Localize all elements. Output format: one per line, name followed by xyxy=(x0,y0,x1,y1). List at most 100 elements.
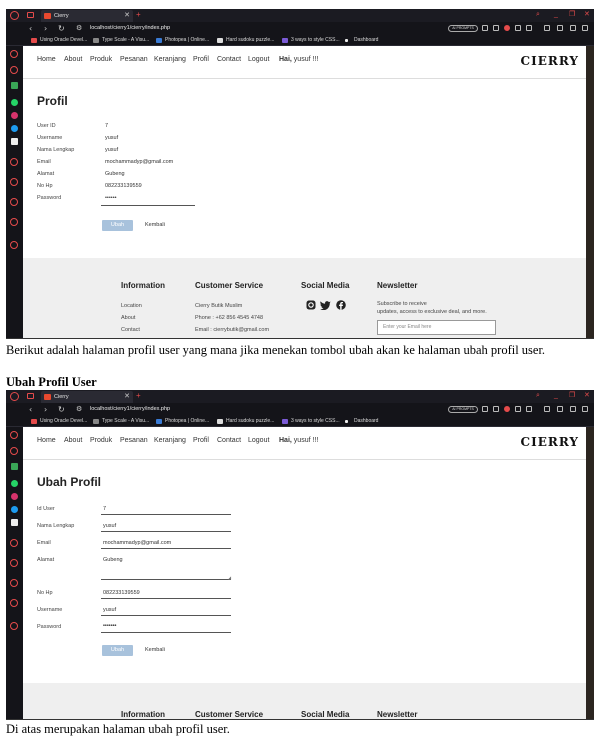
back-icon[interactable]: ‹ xyxy=(29,403,32,416)
ai-prompts-button[interactable]: AI PROMPTS xyxy=(448,25,478,32)
adblock-icon[interactable] xyxy=(504,406,510,412)
sidebar-player-icon[interactable] xyxy=(10,158,18,166)
sidebar-history-icon[interactable] xyxy=(10,559,18,567)
sidebar-settings-icon[interactable] xyxy=(10,218,18,226)
footer-link-contact[interactable]: Contact xyxy=(121,327,140,333)
nav-about[interactable]: About xyxy=(64,437,82,444)
site-info-icon[interactable]: ⚙ xyxy=(76,22,82,35)
bookmark-item[interactable]: Type Scale - A Visu... xyxy=(93,416,149,427)
nav-pesanan[interactable]: Pesanan xyxy=(120,56,148,63)
back-icon[interactable]: ‹ xyxy=(29,22,32,35)
bookmark-item[interactable]: 3 ways to style CSS... xyxy=(282,35,340,46)
nav-profil[interactable]: Profil xyxy=(193,56,209,63)
twitter-icon[interactable] xyxy=(320,300,331,310)
nav-home[interactable]: Home xyxy=(37,437,56,444)
forward-icon[interactable]: › xyxy=(44,403,47,416)
sidebar-downloads-icon[interactable] xyxy=(10,579,18,587)
ubah-button[interactable]: Ubah xyxy=(102,220,133,231)
url-field[interactable]: localhost/cierry1/cierry/index.php xyxy=(90,22,170,35)
id-user-input[interactable]: 7 xyxy=(103,506,106,512)
kembali-button[interactable]: Kembali xyxy=(145,222,165,228)
bookmark-item[interactable]: Type Scale - A Visu... xyxy=(93,35,149,46)
bookmark-item[interactable]: Hard sudoku puzzle... xyxy=(217,35,274,46)
sidebar-extensions-icon[interactable] xyxy=(10,622,18,630)
discord-icon[interactable] xyxy=(11,138,18,145)
password-field[interactable]: •••••• xyxy=(105,195,117,201)
opera-menu-icon[interactable] xyxy=(10,392,19,401)
sidebar-extensions-icon[interactable] xyxy=(10,241,18,249)
easy-setup-icon[interactable] xyxy=(582,25,588,31)
maximize-icon[interactable]: ❐ xyxy=(569,390,575,402)
sidebar-settings-icon[interactable] xyxy=(10,599,18,607)
brand-logo[interactable]: CIERRY xyxy=(521,435,579,449)
nav-home[interactable]: Home xyxy=(37,56,56,63)
nav-logout[interactable]: Logout xyxy=(248,437,269,444)
download-icon[interactable] xyxy=(570,406,576,412)
heart-icon[interactable] xyxy=(526,406,532,412)
footer-link-location[interactable]: Location xyxy=(121,303,142,309)
download-icon[interactable] xyxy=(570,25,576,31)
footer-link-about[interactable]: About xyxy=(121,315,135,321)
nav-keranjang[interactable]: Keranjang xyxy=(154,56,186,63)
minimize-icon[interactable]: _ xyxy=(554,390,558,402)
email-input[interactable]: mochammadyp@gmail.com xyxy=(103,540,171,546)
nav-produk[interactable]: Produk xyxy=(90,437,112,444)
nav-keranjang[interactable]: Keranjang xyxy=(154,437,186,444)
close-window-icon[interactable]: ✕ xyxy=(584,9,590,21)
tab-close-icon[interactable]: ✕ xyxy=(124,10,130,22)
bookmark-item[interactable]: Dashboard xyxy=(345,416,378,427)
bookmark-item[interactable]: Using Oracle Devel... xyxy=(31,35,87,46)
browser-tab[interactable]: Cierry ✕ xyxy=(41,10,133,22)
whatsapp-icon[interactable] xyxy=(11,99,18,106)
sidebar-app-icon[interactable] xyxy=(11,463,18,470)
nav-pesanan[interactable]: Pesanan xyxy=(120,437,148,444)
facebook-icon[interactable] xyxy=(336,300,346,310)
sidebar-downloads-icon[interactable] xyxy=(10,198,18,206)
bookmark-item[interactable]: Hard sudoku puzzle... xyxy=(217,416,274,427)
minimize-icon[interactable]: _ xyxy=(554,9,558,21)
kembali-button[interactable]: Kembali xyxy=(145,647,165,653)
bookmark-item[interactable]: Dashboard xyxy=(345,35,378,46)
camera-icon[interactable] xyxy=(493,25,499,31)
bookmark-item[interactable]: Using Oracle Devel... xyxy=(31,416,87,427)
player-icon[interactable] xyxy=(515,25,521,31)
reload-icon[interactable]: ↻ xyxy=(58,403,65,416)
tab-workspace-icon[interactable] xyxy=(27,12,34,18)
player-icon[interactable] xyxy=(515,406,521,412)
sidebar-pinboard-icon[interactable] xyxy=(10,66,18,74)
nav-contact[interactable]: Contact xyxy=(217,437,241,444)
site-info-icon[interactable]: ⚙ xyxy=(76,403,82,416)
url-field[interactable]: localhost/cierry1/cierry/index.php xyxy=(90,403,170,416)
search-tabs-icon[interactable]: ⌕ xyxy=(536,9,540,21)
instagram-icon[interactable] xyxy=(11,493,18,500)
newsletter-email-input[interactable]: Enter your Email here xyxy=(377,320,496,335)
alamat-textarea[interactable]: Gubeng xyxy=(103,557,123,563)
no-hp-input[interactable]: 082233139559 xyxy=(103,590,140,596)
tab-workspace-icon[interactable] xyxy=(27,393,34,399)
nav-profil[interactable]: Profil xyxy=(193,437,209,444)
easy-setup-icon[interactable] xyxy=(582,406,588,412)
sidebar-pinboard-icon[interactable] xyxy=(10,447,18,455)
search-tabs-icon[interactable]: ⌕ xyxy=(536,390,540,402)
new-tab-icon[interactable]: + xyxy=(136,9,141,21)
adblock-icon[interactable] xyxy=(504,25,510,31)
sidebar-player-icon[interactable] xyxy=(10,539,18,547)
sidebar-home-icon[interactable] xyxy=(10,431,18,439)
brand-logo[interactable]: CIERRY xyxy=(521,54,579,68)
twitter-icon[interactable] xyxy=(11,506,18,513)
reload-icon[interactable]: ↻ xyxy=(58,22,65,35)
username-input[interactable]: yusuf xyxy=(103,607,116,613)
profile-icon[interactable] xyxy=(557,406,563,412)
bookmark-item[interactable]: 3 ways to style CSS... xyxy=(282,416,340,427)
twitter-icon[interactable] xyxy=(11,125,18,132)
snapshot-icon[interactable] xyxy=(482,406,488,412)
discord-icon[interactable] xyxy=(11,519,18,526)
whatsapp-icon[interactable] xyxy=(11,480,18,487)
sidebar-history-icon[interactable] xyxy=(10,178,18,186)
nav-produk[interactable]: Produk xyxy=(90,56,112,63)
instagram-icon[interactable] xyxy=(306,300,316,310)
bookmark-item[interactable]: Photopea | Online... xyxy=(156,35,209,46)
maximize-icon[interactable]: ❐ xyxy=(569,9,575,21)
snapshot-icon[interactable] xyxy=(482,25,488,31)
close-window-icon[interactable]: ✕ xyxy=(584,390,590,402)
